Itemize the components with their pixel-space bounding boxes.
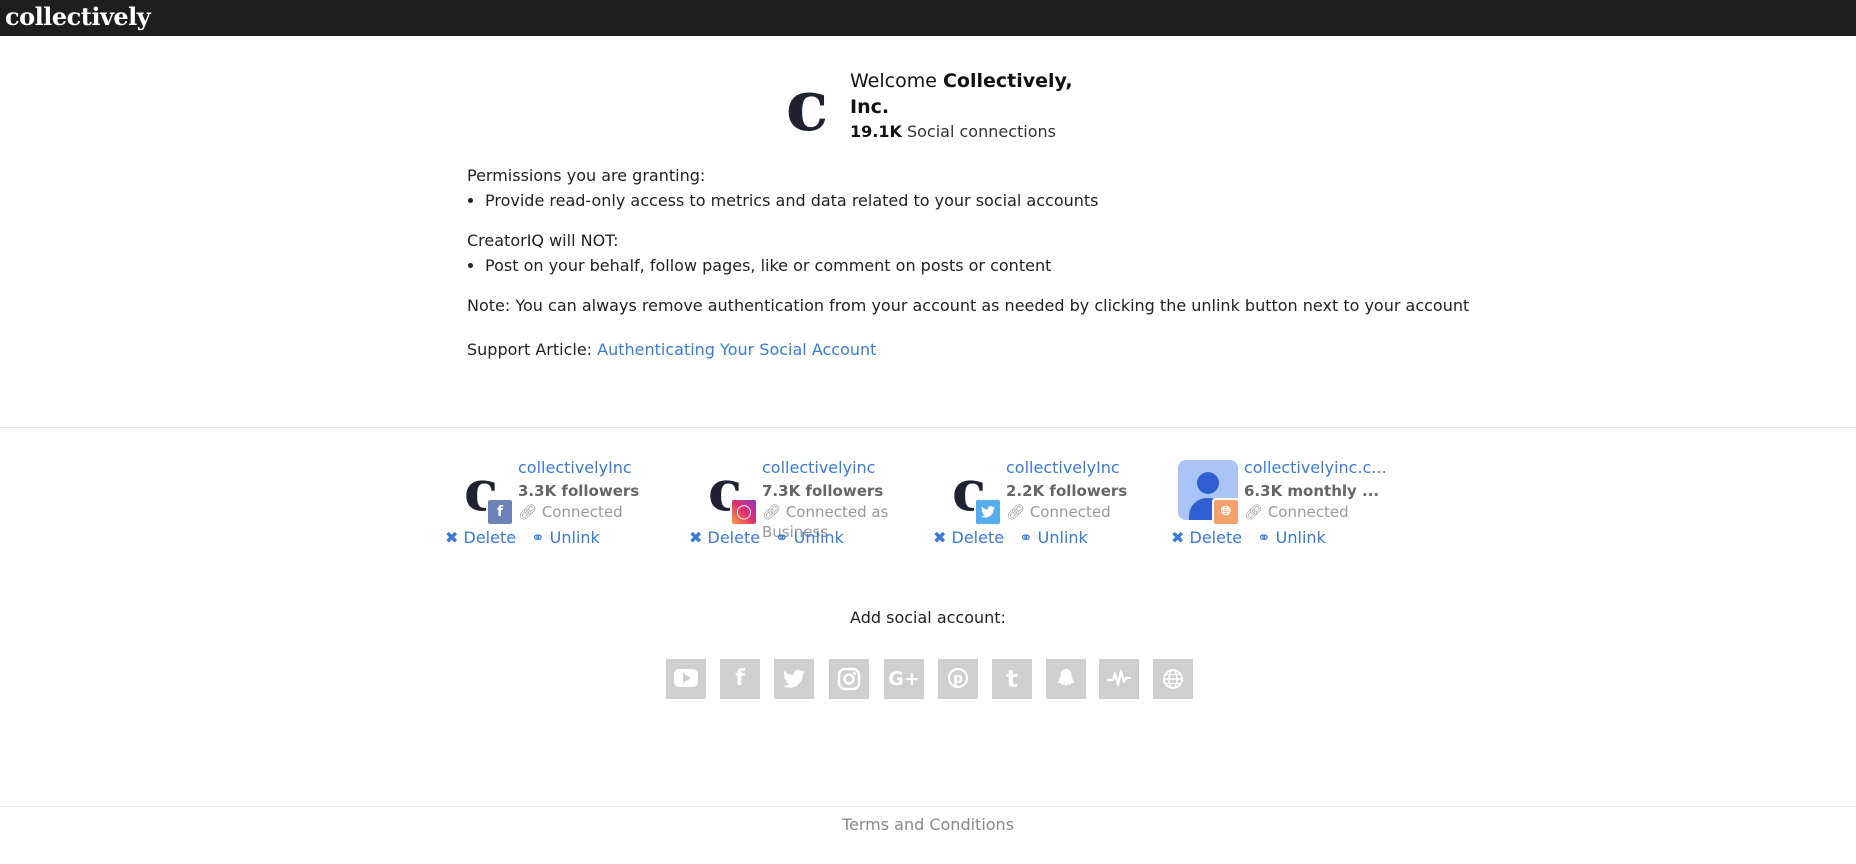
permissions-not-label: CreatorIQ will NOT:: [467, 231, 619, 250]
account-name-link[interactable]: collectivelyInc: [1006, 458, 1166, 477]
link-icon: 🔗︎: [518, 503, 542, 521]
account-followers: 6.3K monthly ...: [1244, 482, 1380, 500]
brand-logo[interactable]: collectively: [5, 2, 151, 31]
link-icon: 🔗︎: [1006, 503, 1030, 521]
instagram-icon[interactable]: [829, 659, 869, 699]
facebook-icon[interactable]: f: [720, 659, 760, 699]
delete-button[interactable]: ✖ Delete: [689, 528, 760, 547]
avatar: 🌐︎: [1178, 460, 1240, 526]
musically-icon[interactable]: [1099, 659, 1139, 699]
support-article: Support Article: Authenticating Your Soc…: [467, 340, 1427, 360]
company-logo: c: [785, 64, 829, 147]
link-icon: 🔗︎: [1244, 503, 1268, 521]
unlink-icon: ⚭: [1257, 528, 1276, 547]
section-divider: [0, 427, 1856, 428]
delete-button[interactable]: ✖ Delete: [445, 528, 516, 547]
unlink-button[interactable]: ⚭ Unlink: [1019, 528, 1088, 547]
tumblr-icon[interactable]: t: [992, 659, 1032, 699]
youtube-icon[interactable]: [666, 659, 706, 699]
globe-icon[interactable]: [1153, 659, 1193, 699]
globe-icon: 🌐︎: [1212, 498, 1240, 526]
permissions-note: Note: You can always remove authenticati…: [467, 296, 1470, 315]
close-icon: ✖: [689, 528, 708, 547]
permissions-section: Permissions you are granting: Provide re…: [467, 166, 1470, 360]
account-card-instagram: c ◯ collectivelyinc 7.3K followers 🔗︎ Co…: [689, 456, 936, 552]
unlink-button[interactable]: ⚭ Unlink: [775, 528, 844, 547]
permissions-granting-label: Permissions you are granting:: [467, 166, 706, 185]
unlink-icon: ⚭: [531, 528, 550, 547]
footer-divider: [0, 806, 1856, 807]
account-actions: ✖ Delete ⚭ Unlink: [445, 528, 705, 548]
account-card-website: 🌐︎ collectivelyinc.c... 6.3K monthly ...…: [1171, 456, 1418, 552]
unlink-button[interactable]: ⚭ Unlink: [531, 528, 600, 547]
list-item: Post on your behalf, follow pages, like …: [485, 256, 1427, 276]
welcome-prefix: Welcome: [850, 70, 943, 92]
unlink-button[interactable]: ⚭ Unlink: [1257, 528, 1326, 547]
twitter-icon: [974, 498, 1002, 526]
social-connections: 19.1K Social connections: [850, 122, 1056, 141]
account-followers: 7.3K followers: [762, 482, 884, 500]
terms-link[interactable]: Terms and Conditions: [0, 815, 1856, 834]
list-item: Provide read-only access to metrics and …: [485, 191, 1427, 211]
twitter-icon[interactable]: [774, 659, 814, 699]
facebook-icon: f: [486, 498, 514, 526]
connections-label: Social connections: [901, 122, 1056, 141]
avatar: c ◯: [696, 460, 758, 526]
permissions-granting-list: Provide read-only access to metrics and …: [467, 191, 1427, 211]
account-card-facebook: c f collectivelyInc 3.3K followers 🔗︎ Co…: [445, 456, 692, 552]
svg-text:p: p: [953, 671, 963, 687]
connections-count: 19.1K: [850, 122, 902, 141]
avatar: c: [940, 460, 1002, 526]
pinterest-icon[interactable]: p: [938, 659, 978, 699]
welcome-title: Welcome Collectively, Inc.: [850, 68, 1110, 120]
unlink-icon: ⚭: [1019, 528, 1038, 547]
account-followers: 3.3K followers: [518, 482, 640, 500]
account-status: 🔗︎ Connected: [518, 503, 623, 521]
instagram-icon: ◯: [730, 498, 758, 526]
delete-button[interactable]: ✖ Delete: [933, 528, 1004, 547]
link-icon: 🔗︎: [762, 503, 786, 521]
google-plus-icon[interactable]: G+: [884, 659, 924, 699]
account-card-twitter: c collectivelyInc 2.2K followers 🔗︎ Conn…: [933, 456, 1180, 552]
support-article-link[interactable]: Authenticating Your Social Account: [597, 340, 876, 359]
add-social-label: Add social account:: [850, 608, 1006, 627]
account-status: 🔗︎ Connected: [1006, 503, 1111, 521]
account-name-link[interactable]: collectivelyInc: [518, 458, 678, 477]
delete-button[interactable]: ✖ Delete: [1171, 528, 1242, 547]
top-bar: collectively: [0, 0, 1856, 36]
permissions-not-list: Post on your behalf, follow pages, like …: [467, 256, 1427, 276]
account-name-link[interactable]: collectivelyinc: [762, 458, 922, 477]
close-icon: ✖: [1171, 528, 1190, 547]
welcome-header: c Welcome Collectively, Inc. 19.1K Socia…: [776, 66, 1096, 146]
account-actions: ✖ Delete ⚭ Unlink: [933, 528, 1193, 548]
close-icon: ✖: [445, 528, 464, 547]
close-icon: ✖: [933, 528, 952, 547]
account-name-link[interactable]: collectivelyinc.c...: [1244, 458, 1404, 477]
support-prefix: Support Article:: [467, 340, 598, 359]
account-actions: ✖ Delete ⚭ Unlink: [689, 528, 949, 548]
account-actions: ✖ Delete ⚭ Unlink: [1171, 528, 1431, 548]
snapchat-icon[interactable]: [1046, 659, 1086, 699]
account-followers: 2.2K followers: [1006, 482, 1128, 500]
avatar: c f: [452, 460, 514, 526]
account-status: 🔗︎ Connected: [1244, 503, 1349, 521]
unlink-icon: ⚭: [775, 528, 794, 547]
